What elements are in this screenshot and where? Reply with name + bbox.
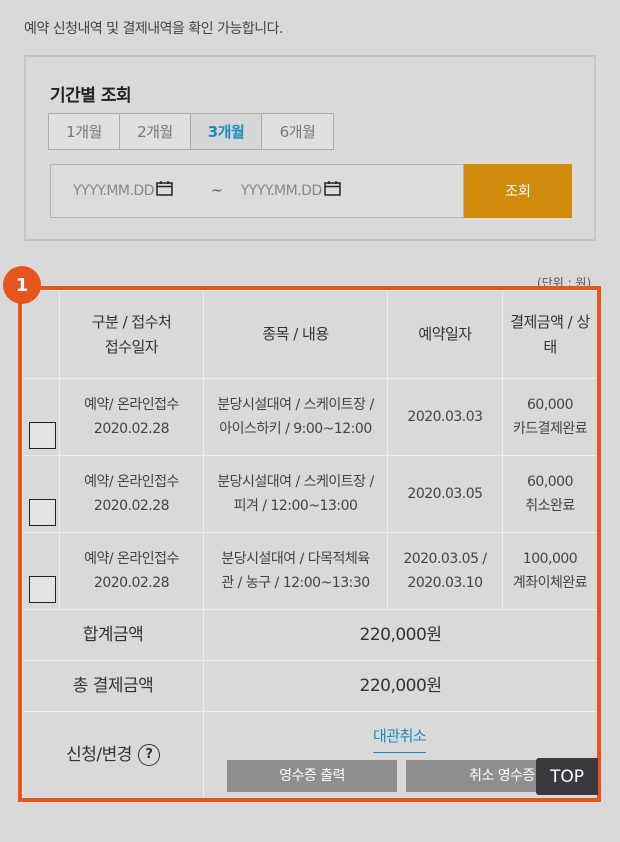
sum-label: 합계금액 — [22, 609, 204, 661]
header-payment: 결제금액 / 상 태 — [502, 290, 597, 379]
category-text: 예약/ 온라인접수 — [84, 474, 179, 490]
start-date-field[interactable]: YYYY.MM.DD — [73, 180, 173, 199]
period-search-panel: 기간별 조회 1개월 2개월 3개월 6개월 YYYY.MM.DD ~ YYYY… — [24, 55, 596, 241]
search-title: 기간별 조회 — [50, 86, 132, 106]
item-cell: 분당시설대여 / 다목적체육 관 / 농구 / 12:00~13:30 — [203, 532, 388, 610]
print-receipt-button[interactable]: 영수증 출력 — [227, 760, 397, 792]
reservation-table-highlight: 구분 / 접수처 접수일자 종목 / 내용 예약일자 결제금액 / 상 태 예약… — [18, 286, 601, 802]
category-cell: 예약/ 온라인접수 2020.02.28 — [59, 378, 204, 456]
end-date-input[interactable]: YYYY.MM.DD — [241, 183, 323, 199]
item-line1: 분당시설대여 / 스케이트장 / — [217, 474, 374, 490]
calendar-icon[interactable] — [323, 180, 341, 196]
total-payment-label: 총 결제금액 — [22, 660, 204, 712]
payment-amount: 60,000 — [527, 474, 574, 490]
header-checkbox-col — [22, 290, 60, 379]
date-range: YYYY.MM.DD ~ YYYY.MM.DD — [50, 164, 464, 218]
total-payment-row: 총 결제금액 220,000원 — [22, 660, 597, 712]
search-button[interactable]: 조회 — [464, 164, 572, 218]
item-cell: 분당시설대여 / 스케이트장 / 피겨 / 12:00~13:00 — [203, 455, 388, 533]
table-row: 예약/ 온라인접수 2020.02.28 분당시설대여 / 다목적체육 관 / … — [22, 532, 597, 610]
sum-row: 합계금액 220,000원 — [22, 609, 597, 661]
scroll-top-button[interactable]: TOP — [536, 758, 598, 795]
reservation-table: 구분 / 접수처 접수일자 종목 / 내용 예약일자 결제금액 / 상 태 예약… — [22, 290, 597, 798]
row-checkbox[interactable] — [29, 499, 56, 526]
step-badge: 1 — [3, 266, 41, 304]
category-text: 예약/ 온라인접수 — [84, 397, 179, 413]
received-date: 2020.02.28 — [93, 498, 170, 514]
row-checkbox-cell — [22, 378, 60, 456]
reservation-date-line2: 2020.03.10 — [407, 575, 483, 591]
category-cell: 예약/ 온라인접수 2020.02.28 — [59, 455, 204, 533]
payment-status: 취소완료 — [525, 498, 575, 514]
apply-change-cell: 신청/변경 ? — [22, 711, 204, 798]
payment-amount: 100,000 — [522, 551, 578, 567]
period-tabs: 1개월 2개월 3개월 6개월 — [48, 113, 334, 150]
apply-change-label: 신청/변경 ? — [66, 743, 160, 767]
payment-cell: 60,000 취소완료 — [502, 455, 597, 533]
payment-cell: 60,000 카드결제완료 — [502, 378, 597, 456]
header-payment-line2: 태 — [543, 337, 557, 356]
calendar-icon[interactable] — [156, 180, 173, 196]
cancel-reservation-link[interactable]: 대관취소 — [373, 724, 427, 753]
row-checkbox[interactable] — [29, 422, 56, 449]
start-date-input[interactable]: YYYY.MM.DD — [73, 183, 155, 199]
date-separator: ~ — [211, 183, 223, 199]
reservation-date-cell: 2020.03.05 / 2020.03.10 — [387, 532, 503, 610]
received-date: 2020.02.28 — [93, 421, 170, 437]
category-text: 예약/ 온라인접수 — [84, 551, 179, 567]
payment-amount: 60,000 — [527, 397, 574, 413]
item-line1: 분당시설대여 / 다목적체육 — [221, 551, 370, 567]
action-row: 신청/변경 ? 대관취소 영수증 출력 취소 영수증 — [22, 711, 597, 798]
item-line1: 분당시설대여 / 스케이트장 / — [217, 397, 374, 413]
item-line2: 관 / 농구 / 12:00~13:30 — [221, 575, 370, 591]
header-category-line2: 접수일자 — [104, 337, 159, 356]
category-cell: 예약/ 온라인접수 2020.02.28 — [59, 532, 204, 610]
row-checkbox-cell — [22, 532, 60, 610]
end-date-field[interactable]: YYYY.MM.DD — [241, 180, 341, 199]
header-payment-line1: 결제금액 / 상 — [510, 312, 590, 331]
payment-status: 카드결제완료 — [512, 421, 588, 437]
header-reservation-date: 예약일자 — [387, 290, 503, 379]
item-cell: 분당시설대여 / 스케이트장 / 아이스하키 / 9:00~12:00 — [203, 378, 388, 456]
table-header-row: 구분 / 접수처 접수일자 종목 / 내용 예약일자 결제금액 / 상 태 — [22, 290, 597, 379]
received-date: 2020.02.28 — [93, 575, 170, 591]
table-row: 예약/ 온라인접수 2020.02.28 분당시설대여 / 스케이트장 / 피겨… — [22, 455, 597, 533]
period-tab-3-month[interactable]: 3개월 — [191, 114, 262, 149]
row-checkbox[interactable] — [29, 576, 56, 603]
reservation-date-line1: 2020.03.05 / — [403, 551, 487, 567]
reservation-date-line1: 2020.03.05 — [407, 486, 483, 502]
total-payment-value: 220,000원 — [203, 660, 597, 712]
period-tab-1-month[interactable]: 1개월 — [49, 114, 120, 149]
header-item: 종목 / 내용 — [203, 290, 388, 379]
header-category-line1: 구분 / 접수처 — [91, 312, 172, 331]
reservation-date-cell: 2020.03.05 — [387, 455, 503, 533]
payment-cell: 100,000 계좌이체완료 — [502, 532, 597, 610]
item-line2: 아이스하키 / 9:00~12:00 — [219, 421, 372, 437]
intro-text: 예약 신청내역 및 결제내역을 확인 가능합니다. — [24, 21, 283, 37]
period-tab-6-month[interactable]: 6개월 — [262, 114, 333, 149]
item-line2: 피겨 / 12:00~13:00 — [233, 498, 358, 514]
header-category: 구분 / 접수처 접수일자 — [59, 290, 204, 379]
row-checkbox-cell — [22, 455, 60, 533]
reservation-date-cell: 2020.03.03 — [387, 378, 503, 456]
payment-status: 계좌이체완료 — [512, 575, 588, 591]
table-row: 예약/ 온라인접수 2020.02.28 분당시설대여 / 스케이트장 / 아이… — [22, 378, 597, 456]
period-tab-2-month[interactable]: 2개월 — [120, 114, 191, 149]
apply-change-text: 신청/변경 — [66, 745, 132, 765]
reservation-date-line1: 2020.03.03 — [407, 409, 483, 425]
help-icon[interactable]: ? — [137, 744, 160, 766]
sum-value: 220,000원 — [203, 609, 597, 661]
